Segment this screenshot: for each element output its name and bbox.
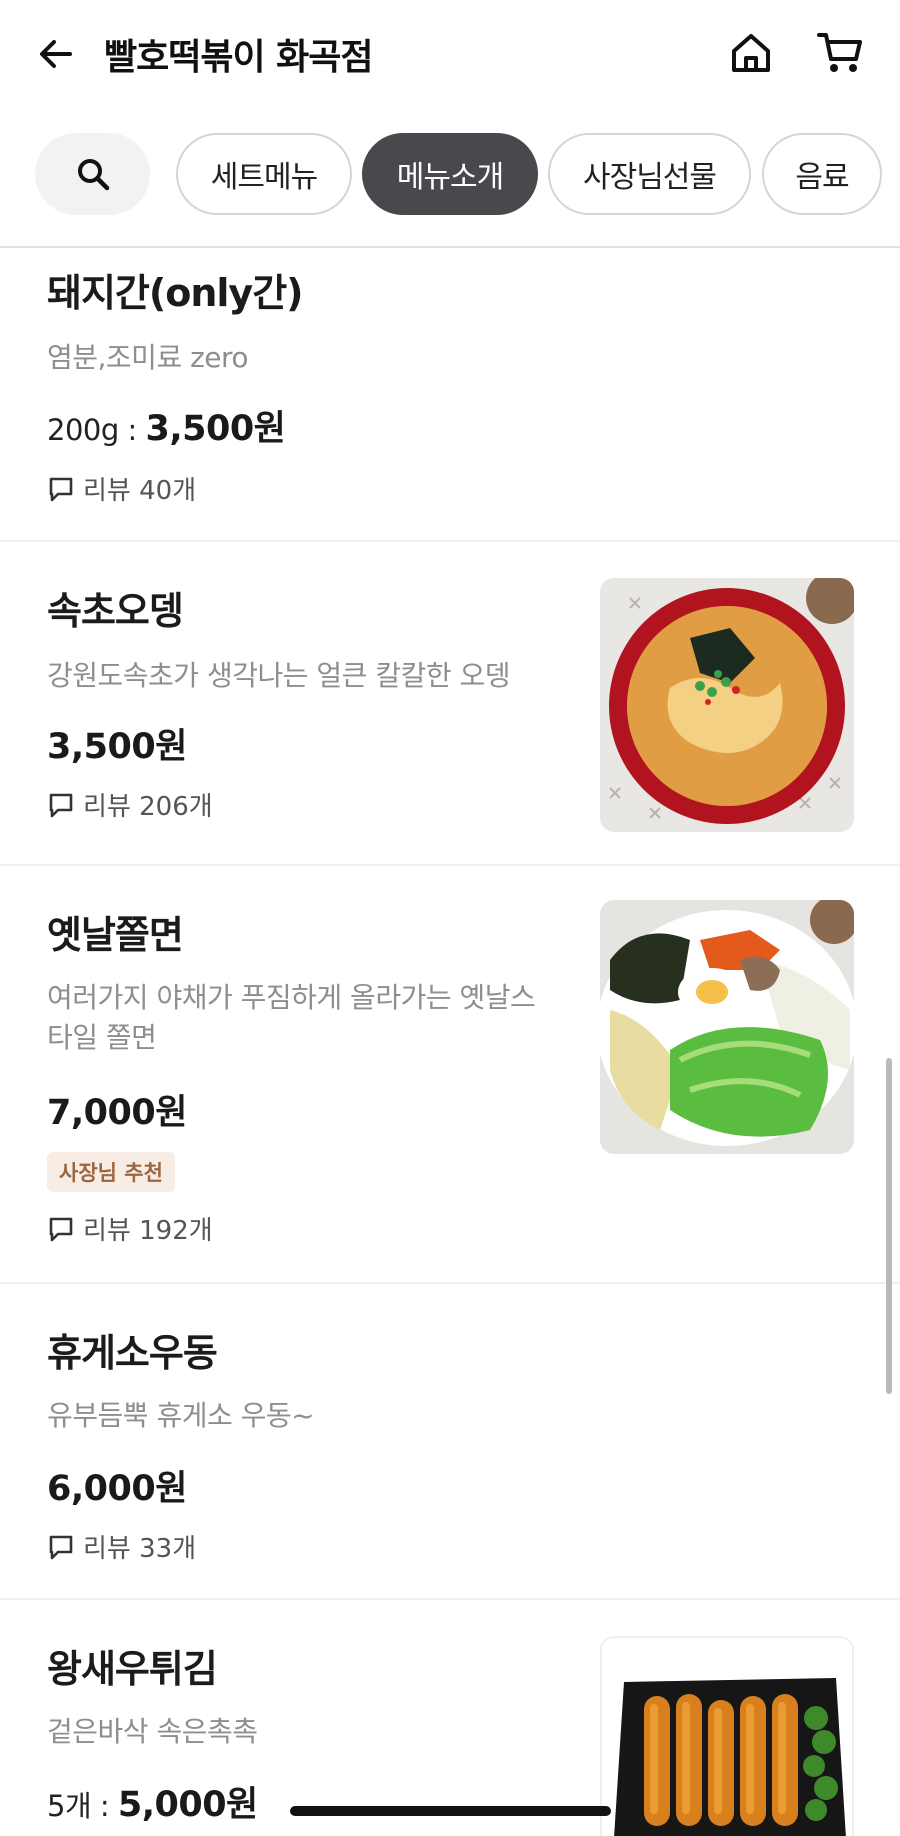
menu-item-name: 휴게소우동 <box>47 1331 218 1375</box>
menu-item-name: 돼지간(only간) <box>47 271 304 315</box>
tab-set-menu[interactable]: 세트메뉴 <box>176 133 352 215</box>
menu-item-price: 5개 : 5,000원 <box>47 1776 258 1827</box>
cart-button[interactable] <box>812 26 868 80</box>
menu-item-review: 리뷰 192개 <box>47 1210 213 1247</box>
speech-bubble-icon <box>49 1217 73 1241</box>
price-prefix: 200g : <box>47 413 146 447</box>
review-count: 리뷰 40개 <box>83 476 197 506</box>
back-button[interactable] <box>32 30 80 78</box>
menu-search-button[interactable] <box>35 133 150 215</box>
speech-bubble-icon <box>49 477 73 501</box>
menu-item-review: 리뷰 206개 <box>47 786 213 823</box>
tab-menu-intro[interactable]: 메뉴소개 <box>362 133 538 215</box>
speech-bubble-icon <box>49 1535 73 1559</box>
speech-bubble-icon <box>49 793 73 817</box>
category-tabbar: 세트메뉴 메뉴소개 사장님선물 음료 <box>0 106 900 248</box>
menu-item-description: 강원도속초가 생각나는 얼큰 칼칼한 오뎅 <box>47 659 511 692</box>
review-count: 리뷰 33개 <box>83 1534 197 1564</box>
price-value: 3,500원 <box>145 409 286 449</box>
menu-item-price: 7,000원 <box>47 1093 187 1133</box>
price-prefix: 5개 : <box>47 1789 118 1823</box>
cart-icon <box>817 33 862 72</box>
menu-item-description: 겉은바삭 속은촉촉 <box>47 1715 258 1748</box>
menu-item[interactable]: 속초오뎅 강원도속초가 생각나는 얼큰 칼칼한 오뎅 3,500원 리뷰 206… <box>0 542 900 866</box>
menu-item-description: 유부듬뿍 휴게소 우동~ <box>47 1399 315 1432</box>
home-button[interactable] <box>724 26 778 80</box>
menu-item-name: 속초오뎅 <box>47 589 184 633</box>
review-count: 리뷰 206개 <box>83 792 213 822</box>
search-icon <box>77 159 109 191</box>
home-indicator[interactable] <box>290 1806 611 1816</box>
home-icon <box>732 34 770 72</box>
fried-shrimp-photo[interactable] <box>600 1636 854 1836</box>
review-count: 리뷰 192개 <box>83 1216 213 1246</box>
menu-item[interactable]: 왕새우튀김 겉은바삭 속은촉촉 5개 : 5,000원 <box>0 1600 900 1836</box>
tab-drinks[interactable]: 음료 <box>762 133 882 215</box>
scrollbar[interactable] <box>886 1058 892 1394</box>
fish-cake-soup-photo[interactable] <box>600 578 854 832</box>
tab-owner-gift[interactable]: 사장님선물 <box>548 133 751 215</box>
owner-recommended-badge: 사장님 추천 <box>47 1152 175 1192</box>
jjolmyeon-photo[interactable] <box>600 900 854 1154</box>
menu-item-description-line-1: 여러가지 야채가 푸짐하게 올라가는 옛날스 <box>47 981 536 1014</box>
jjolmyeon-image <box>600 900 854 1154</box>
app-header: 빨호떡볶이 화곡점 <box>0 0 900 106</box>
menu-item[interactable]: 돼지간(only간) 염분,조미료 zero 200g : 3,500원 리뷰 … <box>0 248 900 542</box>
menu-item-name: 옛날쫄면 <box>47 913 184 957</box>
menu-item-review: 리뷰 33개 <box>47 1528 196 1565</box>
menu-item[interactable]: 휴게소우동 유부듬뿍 휴게소 우동~ 6,000원 리뷰 33개 <box>0 1284 900 1600</box>
fish-cake-soup-image <box>600 578 854 832</box>
fried-shrimp-image <box>602 1638 852 1836</box>
menu-item-description: 염분,조미료 zero <box>47 341 249 374</box>
menu-item-price: 200g : 3,500원 <box>47 400 286 451</box>
menu-item-price: 3,500원 <box>47 727 187 767</box>
menu-item-review: 리뷰 40개 <box>47 470 196 507</box>
menu-item-price: 6,000원 <box>47 1469 187 1509</box>
menu-item-description-line-2: 타일 쫄면 <box>47 1021 157 1054</box>
menu-item-name: 왕새우튀김 <box>47 1647 218 1691</box>
price-value: 5,000원 <box>117 1785 258 1825</box>
menu-item[interactable]: 옛날쫄면 여러가지 야채가 푸짐하게 올라가는 옛날스 타일 쫄면 7,000원… <box>0 866 900 1284</box>
store-title: 빨호떡볶이 화곡점 <box>104 37 373 78</box>
arrow-left-icon <box>40 40 72 68</box>
